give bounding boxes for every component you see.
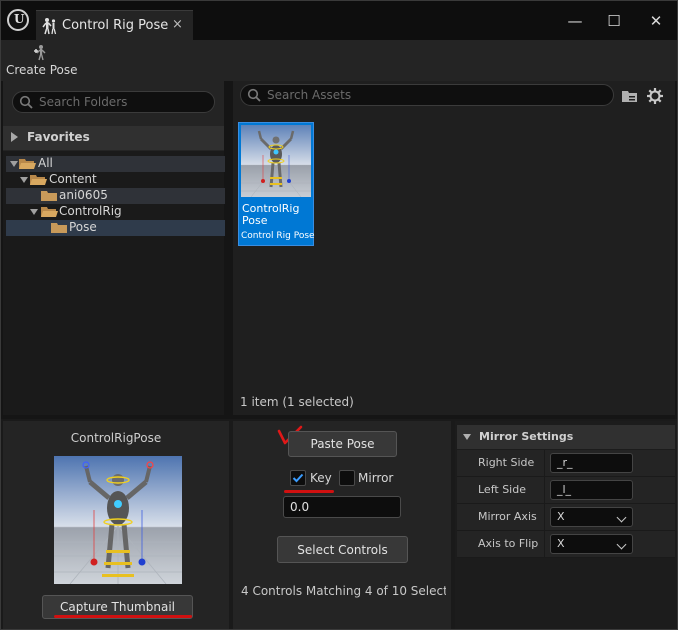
minimize-button[interactable]: — <box>565 11 585 31</box>
search-icon <box>19 95 33 109</box>
chevron-down-icon <box>616 539 627 550</box>
expanded-arrow-icon <box>20 177 28 183</box>
open-folder-icon <box>30 175 47 185</box>
folder-search-input[interactable] <box>39 94 200 110</box>
chevron-down-icon <box>616 512 627 523</box>
create-pose-label: Create Pose <box>6 63 78 77</box>
right-side-label: Right Side <box>478 456 535 469</box>
column-divider <box>544 504 545 531</box>
asset-name: ControlRig Pose <box>242 202 300 227</box>
column-divider <box>544 450 545 477</box>
asset-type: Control Rig Pose <box>241 231 315 241</box>
column-divider <box>544 477 545 504</box>
maximize-button[interactable]: ☐ <box>604 11 624 31</box>
mirror-axis-value: X <box>557 510 565 523</box>
folder-search[interactable] <box>12 91 215 113</box>
folder-filter-icon[interactable] <box>621 87 639 105</box>
tab-label: Control Rig Pose <box>62 18 169 33</box>
tab-control-rig-pose[interactable]: Control Rig Pose × <box>36 10 193 40</box>
tree-item-pose[interactable]: Pose <box>6 220 225 236</box>
tree-item-ani0605[interactable]: ani0605 <box>6 188 225 204</box>
axis-to-flip-value: X <box>557 537 565 550</box>
right-side-input[interactable]: _r_ <box>550 453 633 473</box>
folder-icon <box>51 223 67 233</box>
create-pose-icon <box>34 45 46 61</box>
select-controls-button[interactable]: Select Controls <box>277 536 408 563</box>
pose-thumbnail-image <box>241 125 311 197</box>
open-folder-icon <box>19 159 36 169</box>
mirror-axis-label: Mirror Axis <box>478 510 537 523</box>
axis-to-flip-label: Axis to Flip <box>478 537 539 550</box>
key-checkbox[interactable] <box>290 470 306 486</box>
tree-item-label: ani0605 <box>59 188 108 202</box>
folder-tree: All Content ani0605 ControlRig Pose <box>3 151 225 415</box>
blend-value-input[interactable]: 0.0 <box>283 496 401 518</box>
toolbar: Create Pose <box>1 40 677 81</box>
left-side-row: Left Side _l_ <box>457 477 675 504</box>
expanded-arrow-icon <box>30 209 38 215</box>
folder-icon <box>41 191 57 201</box>
tree-item-label: ControlRig <box>59 204 122 218</box>
left-side-label: Left Side <box>478 483 526 496</box>
control-rig-pose-icon <box>42 18 57 35</box>
pose-preview-image <box>54 456 182 584</box>
tree-item-label: All <box>38 156 53 170</box>
open-folder-icon <box>41 207 58 217</box>
create-pose-button[interactable]: Create Pose <box>5 42 79 80</box>
tree-item-label: Pose <box>69 220 97 234</box>
asset-tile-controlrig-pose[interactable]: ControlRig Pose Control Rig Pose <box>238 122 315 246</box>
asset-search[interactable] <box>240 84 614 106</box>
mirror-axis-dropdown[interactable]: X <box>550 507 633 527</box>
expanded-arrow-icon <box>463 434 471 440</box>
right-side-row: Right Side _r_ <box>457 450 675 477</box>
pose-name-label: ControlRigPose <box>70 431 162 445</box>
mirror-checkbox[interactable] <box>339 470 355 486</box>
axis-to-flip-row: Axis to Flip X <box>457 531 675 558</box>
tree-item-controlrig[interactable]: ControlRig <box>6 204 225 220</box>
annotation-underline <box>284 490 334 493</box>
unreal-logo-icon[interactable]: U <box>7 9 29 31</box>
paste-pose-button[interactable]: Paste Pose <box>288 431 397 457</box>
matching-controls-label: 4 Controls Matching 4 of 10 Selected <box>241 584 446 598</box>
axis-to-flip-dropdown[interactable]: X <box>550 534 633 554</box>
expanded-arrow-icon <box>10 161 18 167</box>
mirror-axis-row: Mirror Axis X <box>457 504 675 531</box>
favorites-label: Favorites <box>27 130 90 144</box>
search-icon <box>247 88 261 102</box>
tree-item-content[interactable]: Content <box>6 172 225 188</box>
tree-item-all[interactable]: All <box>6 156 225 172</box>
column-divider <box>544 531 545 558</box>
title-bar: U Control Rig Pose × — ☐ ✕ <box>1 1 677 40</box>
collapsed-arrow-icon <box>11 132 18 142</box>
control-rig-pose-window: U Control Rig Pose × — ☐ ✕ Create Pose S… <box>0 0 678 630</box>
asset-search-input[interactable] <box>267 87 565 103</box>
tree-item-label: Content <box>49 172 97 186</box>
tab-close-icon[interactable]: × <box>172 17 183 32</box>
settings-gear-icon[interactable] <box>646 87 664 105</box>
favorites-header[interactable]: Favorites <box>3 126 224 150</box>
annotation-underline <box>54 615 192 618</box>
mirror-settings-title: Mirror Settings <box>479 430 574 443</box>
close-window-button[interactable]: ✕ <box>646 11 666 31</box>
mirror-settings-header[interactable]: Mirror Settings <box>457 425 675 449</box>
key-label: Key <box>310 471 332 485</box>
asset-count-label: 1 item (1 selected) <box>240 395 354 409</box>
left-side-input[interactable]: _l_ <box>550 480 633 500</box>
mirror-label: Mirror <box>358 471 394 485</box>
checkmark-icon <box>292 473 304 483</box>
